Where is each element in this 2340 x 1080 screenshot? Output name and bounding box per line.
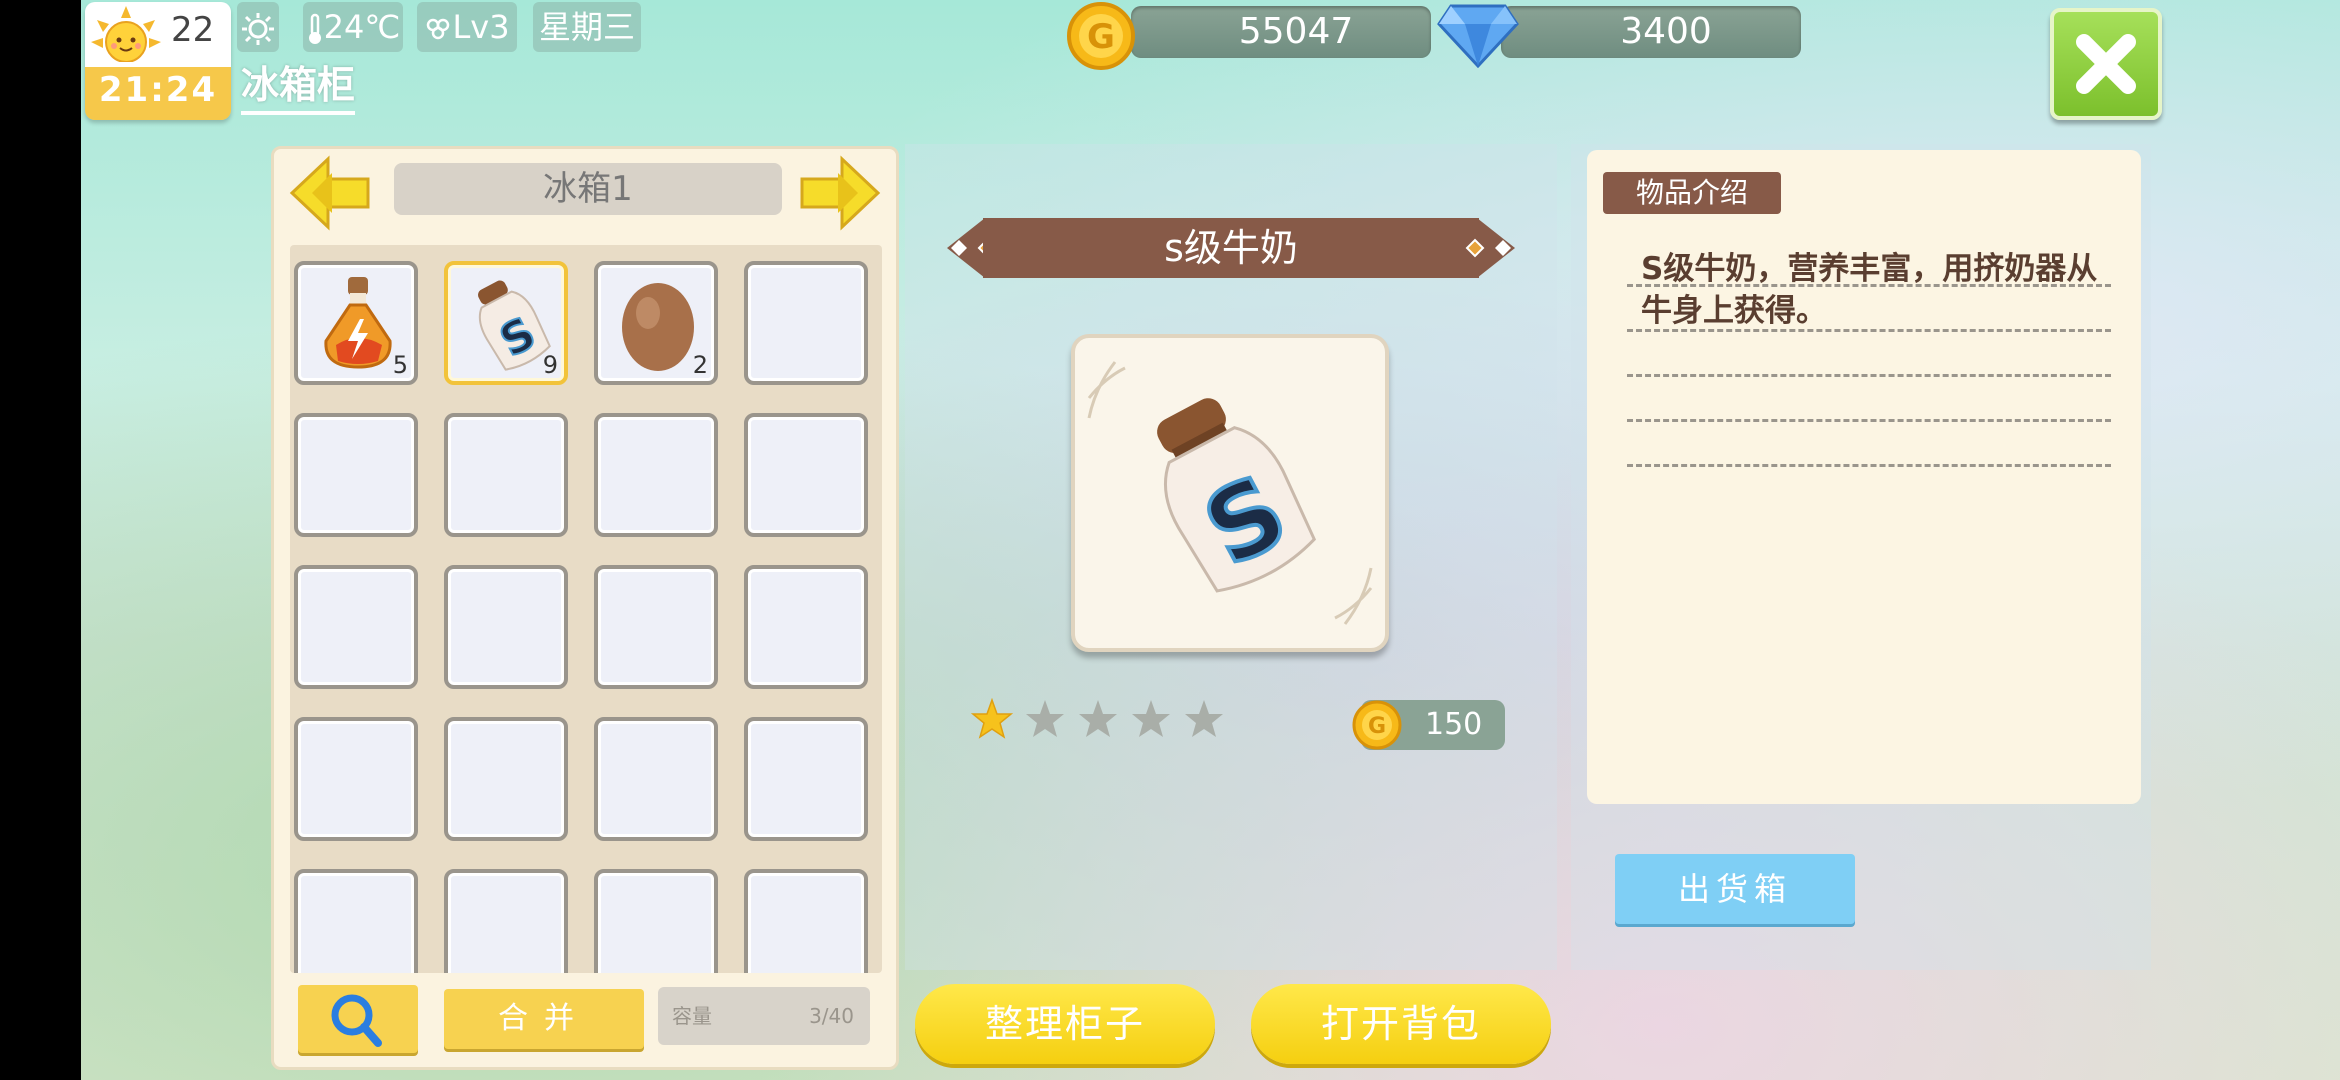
capacity-label: 容量: [672, 1004, 712, 1028]
item-count: 2: [692, 351, 708, 379]
weekday-chip: 星期三: [533, 2, 641, 52]
fridge-slot-empty[interactable]: [594, 565, 718, 689]
star-filled-icon: [970, 697, 1014, 739]
fridge-panel: 冰箱1 5 S 9 2 合并 容量 3/40: [271, 146, 899, 1070]
fridge-grid: 5 S 9 2: [290, 245, 882, 973]
item-name-banner: s级牛奶: [983, 218, 1479, 278]
fridge-slot-empty[interactable]: [294, 565, 418, 689]
banner-right-ornament-icon: [1457, 218, 1515, 278]
prev-fridge-arrow-icon[interactable]: [288, 155, 372, 231]
gold-counter: 55047: [1131, 6, 1431, 58]
next-fridge-arrow-icon[interactable]: [798, 155, 882, 231]
gold-coin-icon: G: [1067, 2, 1135, 70]
fridge-slot-empty[interactable]: [444, 717, 568, 841]
diamond-icon: [1437, 4, 1519, 68]
fridge-slot-empty[interactable]: [444, 869, 568, 973]
s-milk-bottle-icon: S: [1087, 361, 1373, 625]
price-value: 150: [1425, 707, 1483, 742]
svg-text:G: G: [1368, 714, 1386, 739]
fridge-slot-selected[interactable]: S 9: [444, 261, 568, 385]
shipping-box-button[interactable]: 出货箱: [1615, 854, 1855, 924]
diamond-counter: 3400: [1501, 6, 1801, 58]
close-button[interactable]: [2050, 8, 2162, 120]
capacity-indicator: 容量 3/40: [658, 987, 870, 1045]
organize-cabinet-button[interactable]: 整理柜子: [915, 984, 1215, 1064]
clover-icon: [427, 18, 450, 40]
clock-time: 21:24: [98, 70, 218, 110]
star-empty-icon: [1132, 700, 1171, 737]
description-heading: 物品介绍: [1603, 172, 1781, 214]
open-backpack-button[interactable]: 打开背包: [1251, 984, 1551, 1064]
gold-coin-icon: G: [1352, 700, 1402, 750]
item-price: G 150: [1352, 700, 1505, 750]
item-count: 9: [542, 351, 558, 379]
fridge-slot-empty[interactable]: [594, 413, 718, 537]
sun-face-icon: [91, 6, 161, 62]
thermometer-icon: [308, 13, 321, 44]
weather-time-card: 22 21:24: [85, 2, 231, 120]
level-chip: Lv3: [417, 2, 517, 52]
game-screen: 22 21:24 24℃ Lv3 星期三 冰箱柜 55047 G 3400 冰箱…: [81, 0, 2340, 1080]
fridge-slot-empty[interactable]: [294, 869, 418, 973]
weekday-value: 星期三: [538, 8, 635, 46]
capacity-value: 3/40: [809, 1004, 854, 1028]
description-card: 物品介绍 S级牛奶，营养丰富，用挤奶器从牛身上获得。: [1587, 150, 2141, 804]
fridge-slot[interactable]: 2: [594, 261, 718, 385]
weather-chip: [237, 2, 279, 52]
fridge-name: 冰箱1: [394, 163, 782, 215]
description-panel: 物品介绍 S级牛奶，营养丰富，用挤奶器从牛身上获得。 出货箱: [1571, 144, 2151, 970]
description-text: S级牛奶，营养丰富，用挤奶器从牛身上获得。: [1641, 251, 2098, 329]
item-rarity-stars: [970, 697, 1231, 744]
temperature-chip: 24℃: [303, 2, 403, 52]
fridge-slot[interactable]: 5: [294, 261, 418, 385]
fridge-slot-empty[interactable]: [294, 413, 418, 537]
fridge-slot-empty[interactable]: [744, 413, 868, 537]
item-preview-card: S: [1071, 334, 1389, 652]
item-detail-panel: s级牛奶 S G 150: [905, 144, 1557, 970]
fridge-slot-empty[interactable]: [744, 869, 868, 973]
svg-text:G: G: [1087, 17, 1115, 57]
search-button[interactable]: [298, 985, 418, 1053]
search-icon: [331, 994, 382, 1047]
fridge-slot-empty[interactable]: [744, 717, 868, 841]
star-empty-icon: [1079, 700, 1118, 737]
fridge-slot-empty[interactable]: [594, 869, 718, 973]
fridge-slot-empty[interactable]: [744, 565, 868, 689]
star-empty-icon: [1185, 700, 1224, 737]
merge-button[interactable]: 合并: [444, 989, 644, 1049]
temperature-value: 24℃: [323, 8, 401, 46]
item-count: 5: [392, 351, 408, 379]
level-value: Lv3: [452, 8, 510, 46]
fridge-slot-empty[interactable]: [444, 565, 568, 689]
close-icon: [2076, 34, 2136, 94]
fridge-slot-empty[interactable]: [594, 717, 718, 841]
fridge-slot-empty[interactable]: [744, 261, 868, 385]
fridge-slot-empty[interactable]: [294, 717, 418, 841]
tab-fridge-cabinet[interactable]: 冰箱柜: [241, 54, 356, 115]
diamond-value: 3400: [1620, 11, 1712, 52]
gold-value: 55047: [1238, 11, 1354, 52]
fridge-slot-empty[interactable]: [444, 413, 568, 537]
day-number: 22: [171, 10, 215, 50]
sun-icon: [242, 13, 274, 45]
star-empty-icon: [1026, 700, 1065, 737]
